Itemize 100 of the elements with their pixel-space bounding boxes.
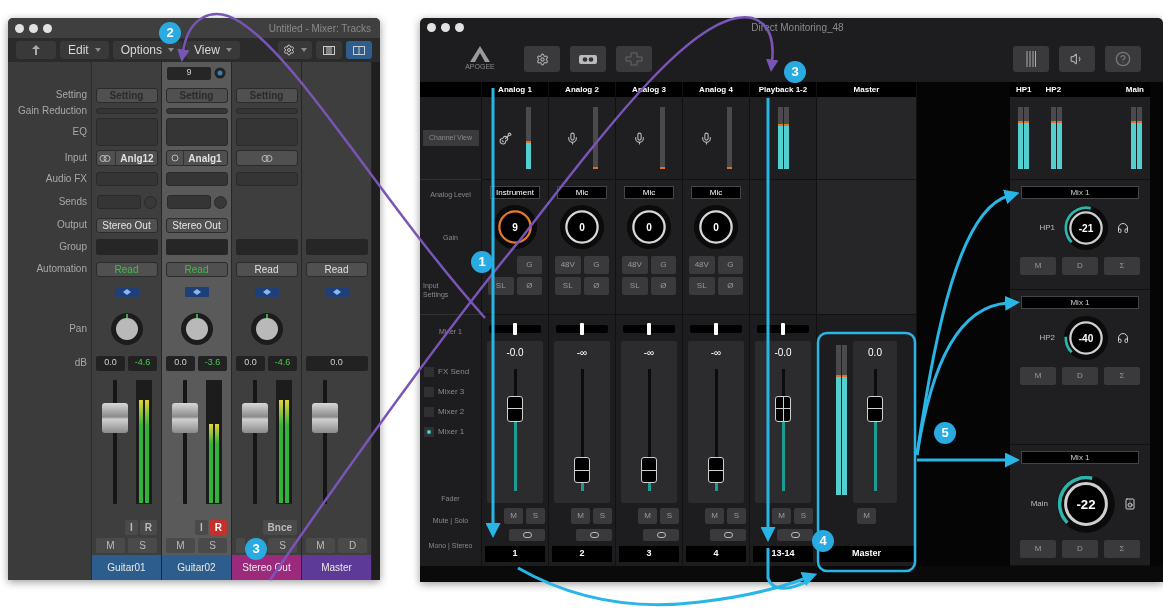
mix-select[interactable]: Mix 1 <box>1021 186 1139 199</box>
mixer-option[interactable]: Mixer 3 <box>438 385 465 398</box>
mute-button[interactable]: M <box>638 508 657 524</box>
solo-button[interactable]: S <box>794 508 813 524</box>
pan-knob[interactable] <box>179 312 214 346</box>
solo-button[interactable]: S <box>727 508 746 524</box>
mono-stereo-button[interactable] <box>576 529 612 541</box>
view-mode-button[interactable] <box>316 41 342 59</box>
mix-select[interactable]: Mix 1 <box>1021 296 1139 309</box>
output-button[interactable]: M <box>1020 257 1056 275</box>
radio-button[interactable] <box>424 366 434 377</box>
menu-button[interactable]: Edit <box>60 41 109 59</box>
pan-slider[interactable] <box>623 325 675 333</box>
input-setting-button[interactable]: SL <box>622 277 648 295</box>
pan-slider[interactable] <box>489 325 541 333</box>
pan-slider[interactable] <box>556 325 608 333</box>
input-setting-button[interactable]: SL <box>555 277 581 295</box>
mute-button[interactable]: M <box>166 538 195 553</box>
track-name[interactable]: Guitar02 <box>162 555 231 580</box>
pan-slider[interactable] <box>757 325 809 333</box>
input-setting-button[interactable]: 48V <box>622 256 648 274</box>
solo-button[interactable]: S <box>593 508 612 524</box>
solo-button[interactable]: S <box>526 508 545 524</box>
volume-knob[interactable]: -40 <box>1063 315 1109 361</box>
volume-knob[interactable]: -22 <box>1056 474 1116 534</box>
solo-button[interactable]: S <box>268 538 297 553</box>
output-button[interactable]: D <box>1062 367 1098 385</box>
track-name[interactable]: Stereo Out <box>232 555 301 580</box>
output-button[interactable]: Σ <box>1104 257 1140 275</box>
volume-fader[interactable] <box>865 369 885 491</box>
gain-knob[interactable]: 0 <box>559 204 605 250</box>
volume-fader[interactable] <box>572 369 592 491</box>
solo-button[interactable]: D <box>338 538 367 553</box>
volume-fader[interactable] <box>101 380 128 504</box>
output-button[interactable]: Stereo Out <box>95 217 158 233</box>
track-name[interactable]: Guitar01 <box>92 555 161 580</box>
radio-button[interactable] <box>424 426 434 437</box>
input-setting-button[interactable]: Ø <box>650 277 676 295</box>
input-setting-button[interactable]: Ø <box>717 277 743 295</box>
link-icon[interactable] <box>214 67 226 79</box>
volume-fader[interactable] <box>706 369 726 491</box>
analog-level-select[interactable]: Mic <box>624 186 674 199</box>
mixer-option[interactable]: Mixer 1 <box>438 425 465 438</box>
input-setting-button[interactable]: G <box>516 256 542 274</box>
settings-button[interactable] <box>524 46 560 72</box>
mono-stereo-button[interactable] <box>777 529 813 541</box>
mute-button[interactable]: M <box>96 538 125 553</box>
input-button[interactable]: Analg1 <box>165 150 228 166</box>
solo-button[interactable]: S <box>660 508 679 524</box>
mute-button[interactable]: M <box>504 508 523 524</box>
input-setting-button[interactable]: SL <box>689 277 715 295</box>
settings-button[interactable] <box>278 41 312 59</box>
speaker-button[interactable] <box>1059 46 1095 72</box>
volume-fader[interactable] <box>639 369 659 491</box>
input-setting-button[interactable]: G <box>717 256 743 274</box>
menu-button[interactable]: Options <box>112 41 183 59</box>
mono-stereo-button[interactable] <box>509 529 545 541</box>
track-toggle-button[interactable]: Bnce <box>262 519 297 535</box>
track-toggle-button[interactable]: R <box>209 519 227 535</box>
output-button[interactable]: M <box>1020 540 1056 558</box>
mono-stereo-button[interactable] <box>643 529 679 541</box>
mute-button[interactable]: M <box>857 508 876 524</box>
volume-fader[interactable] <box>505 369 525 491</box>
volume-fader[interactable] <box>171 380 198 504</box>
plugin-slot-icon[interactable] <box>114 287 139 297</box>
output-button[interactable]: Stereo Out <box>165 217 228 233</box>
input-setting-button[interactable]: 48V <box>689 256 715 274</box>
analog-level-select[interactable]: Mic <box>691 186 741 199</box>
input-setting-button[interactable]: Ø <box>516 277 542 295</box>
automation-button[interactable]: Read <box>95 261 158 277</box>
input-setting-button[interactable]: 48V <box>555 256 581 274</box>
input-setting-button[interactable]: G <box>650 256 676 274</box>
track-toggle-button[interactable]: I <box>125 519 138 535</box>
pan-slider[interactable] <box>690 325 742 333</box>
track-toggle-button[interactable]: I <box>195 519 208 535</box>
mute-button[interactable]: M <box>772 508 791 524</box>
mute-button[interactable]: M <box>571 508 590 524</box>
view-mode-button[interactable] <box>346 41 372 59</box>
output-button[interactable]: Σ <box>1104 367 1140 385</box>
track-name[interactable]: Master <box>302 555 371 580</box>
pan-knob[interactable] <box>249 312 284 346</box>
output-button[interactable]: D <box>1062 257 1098 275</box>
gain-knob[interactable]: 0 <box>693 204 739 250</box>
input-setting-button[interactable]: Ø <box>583 277 609 295</box>
menu-button[interactable]: View <box>186 41 240 59</box>
gain-knob[interactable]: 9 <box>492 204 538 250</box>
solo-button[interactable]: S <box>198 538 227 553</box>
device-button[interactable] <box>570 46 606 72</box>
automation-button[interactable]: Read <box>165 261 228 277</box>
output-button[interactable]: D <box>1062 540 1098 558</box>
plugin-slot-icon[interactable] <box>324 287 349 297</box>
analog-level-select[interactable]: Instrument <box>490 186 540 199</box>
solo-button[interactable]: S <box>128 538 157 553</box>
mixer-option[interactable]: Mixer 2 <box>438 405 465 418</box>
mono-stereo-button[interactable] <box>710 529 746 541</box>
up-button[interactable] <box>16 41 56 59</box>
mute-button[interactable]: M <box>306 538 335 553</box>
mixer-view-button[interactable] <box>1013 46 1049 72</box>
output-button[interactable]: M <box>1020 367 1056 385</box>
input-button[interactable]: Anlg12 <box>95 150 158 166</box>
